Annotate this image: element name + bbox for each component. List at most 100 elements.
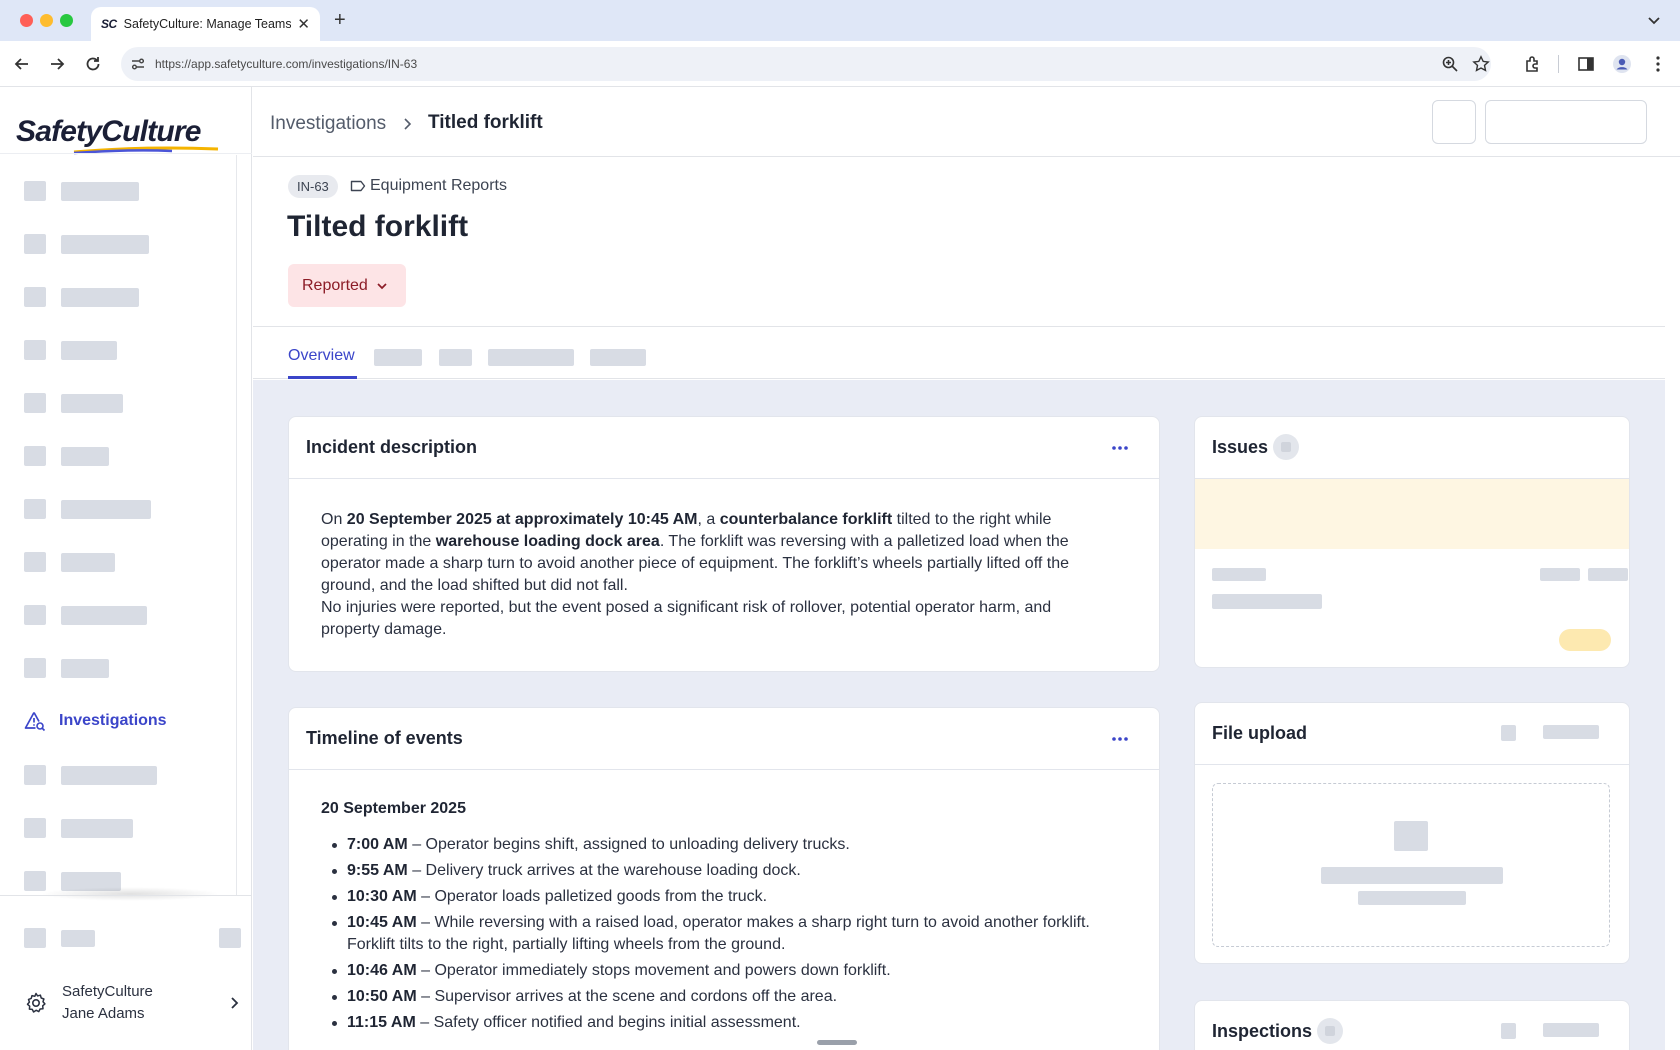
close-tab-icon[interactable]: ✕ (297, 17, 310, 32)
timeline-item: 10:45 AM – While reversing with a raised… (321, 912, 1121, 956)
placeholder-label (61, 553, 115, 572)
placeholder-icon (24, 818, 46, 838)
close-window-button[interactable] (20, 14, 33, 27)
file-drop-zone[interactable] (1212, 783, 1610, 947)
sidebar-item-placeholder-7[interactable] (24, 493, 234, 523)
browser-toolbar: https://app.safetyculture.com/investigat… (0, 41, 1680, 87)
status-label: Reported (302, 276, 368, 294)
placeholder-label (61, 500, 151, 519)
tab-overview[interactable]: Overview (288, 347, 355, 365)
sidebar-item-placeholder-4[interactable] (24, 334, 234, 364)
sidebar-item-placeholder-3[interactable] (24, 281, 234, 311)
card-header: Incident description (289, 417, 1159, 479)
forward-icon[interactable] (47, 54, 67, 74)
tab-placeholder-2[interactable] (439, 349, 472, 366)
sidebar-item-placeholder-8[interactable] (24, 546, 234, 576)
sidebar-item-placeholder-5[interactable] (24, 387, 234, 417)
extensions-icon[interactable] (1523, 54, 1543, 74)
browser-tab[interactable]: SC SafetyCulture: Manage Teams and... ✕ (91, 7, 320, 41)
card-title: Incident description (306, 437, 478, 457)
maximize-window-button[interactable] (60, 14, 73, 27)
record-category[interactable]: Equipment Reports (370, 177, 507, 195)
more-options-icon[interactable] (1111, 736, 1129, 742)
address-bar[interactable]: https://app.safetyculture.com/investigat… (121, 47, 1491, 81)
new-tab-button[interactable]: + (334, 9, 346, 31)
placeholder-icon (24, 287, 46, 307)
placeholder-text (1212, 568, 1266, 581)
placeholder-label (61, 659, 109, 678)
side-panel-icon[interactable] (1576, 54, 1596, 74)
placeholder-label[interactable] (1543, 1023, 1599, 1037)
placeholder-icon[interactable] (219, 928, 241, 948)
tab-search-chevron-icon[interactable] (1646, 12, 1662, 28)
sidebar-item-placeholder-9[interactable] (24, 599, 234, 629)
placeholder-icon (24, 605, 46, 625)
sidebar-item-investigations[interactable]: Investigations (24, 706, 234, 736)
chevron-down-icon (377, 282, 387, 289)
sidebar-item-placeholder-11[interactable] (24, 759, 234, 789)
card-title: Timeline of events (306, 728, 463, 748)
browser-tab-title: SafetyCulture: Manage Teams and... (123, 17, 292, 31)
browser-tab-bar: SC SafetyCulture: Manage Teams and... ✕ … (0, 0, 1680, 41)
issues-card: Issues (1194, 416, 1630, 668)
issues-banner (1195, 479, 1629, 549)
minimize-window-button[interactable] (40, 14, 53, 27)
site-info-icon[interactable] (129, 55, 147, 73)
tab-placeholder-3[interactable] (488, 349, 574, 366)
back-icon[interactable] (12, 54, 32, 74)
breadcrumb-current: Titled forklift (428, 112, 543, 133)
organization-switcher[interactable]: SafetyCulture Jane Adams (24, 979, 242, 1029)
url-text: https://app.safetyculture.com/investigat… (155, 57, 418, 71)
timeline-date: 20 September 2025 (321, 800, 466, 817)
page-title: Tilted forklift (287, 210, 469, 243)
placeholder-label (61, 606, 147, 625)
placeholder-icon (24, 181, 46, 201)
tab-placeholder-4[interactable] (590, 349, 646, 366)
profile-avatar-icon[interactable] (1612, 54, 1632, 74)
timeline-item: 10:50 AM – Supervisor arrives at the sce… (321, 986, 1121, 1008)
placeholder-icon (24, 499, 46, 519)
sidebar-divider (0, 153, 252, 154)
page-header: Investigations Titled forklift (253, 87, 1680, 157)
zoom-icon[interactable] (1441, 55, 1459, 73)
reload-icon[interactable] (83, 54, 103, 74)
status-dropdown[interactable]: Reported (288, 264, 406, 307)
more-options-icon[interactable] (1111, 445, 1129, 451)
placeholder-icon (24, 446, 46, 466)
chevron-right-icon (404, 118, 412, 130)
placeholder-icon (24, 340, 46, 360)
sidebar-item-placeholder-1[interactable] (24, 175, 234, 205)
sidebar-bottom-divider (0, 895, 252, 896)
bookmark-star-icon[interactable] (1472, 55, 1490, 73)
chevron-right-icon (231, 997, 239, 1009)
timeline-item: 11:15 AM – Safety officer notified and b… (321, 1012, 1121, 1034)
placeholder-icon (24, 234, 46, 254)
placeholder-label (61, 447, 109, 466)
incident-description-card: Incident description On 20 September 202… (288, 416, 1160, 672)
sidebar-item-placeholder-6[interactable] (24, 440, 234, 470)
sidebar-scrollbar[interactable] (236, 155, 237, 895)
placeholder-label[interactable] (1543, 725, 1599, 739)
safetyculture-logo[interactable]: SafetyCulture (16, 115, 201, 149)
placeholder-label (61, 819, 133, 838)
user-name: Jane Adams (62, 1005, 145, 1022)
sidebar-item-placeholder-12[interactable] (24, 812, 234, 842)
header-icon-button[interactable] (1432, 100, 1476, 144)
breadcrumb-investigations[interactable]: Investigations (270, 113, 386, 135)
browser-menu-icon[interactable] (1648, 54, 1668, 74)
sidebar-item-placeholder-2[interactable] (24, 228, 234, 258)
card-title: File upload (1212, 723, 1308, 743)
placeholder-label (61, 766, 157, 785)
placeholder-label (61, 341, 117, 360)
header-action-button[interactable] (1485, 100, 1647, 144)
incident-paragraph-2: No injuries were reported, but the event… (321, 599, 1052, 638)
placeholder-icon (24, 393, 46, 413)
safetyculture-favicon-icon: SC (101, 17, 117, 31)
placeholder-icon[interactable] (1501, 725, 1516, 741)
tab-placeholder-1[interactable] (374, 349, 422, 366)
investigations-warning-icon (24, 712, 46, 732)
sidebar-item-placeholder-10[interactable] (24, 652, 234, 682)
placeholder-icon[interactable] (1501, 1023, 1516, 1039)
scroll-handle[interactable] (817, 1040, 857, 1045)
org-name: SafetyCulture (62, 983, 153, 1000)
